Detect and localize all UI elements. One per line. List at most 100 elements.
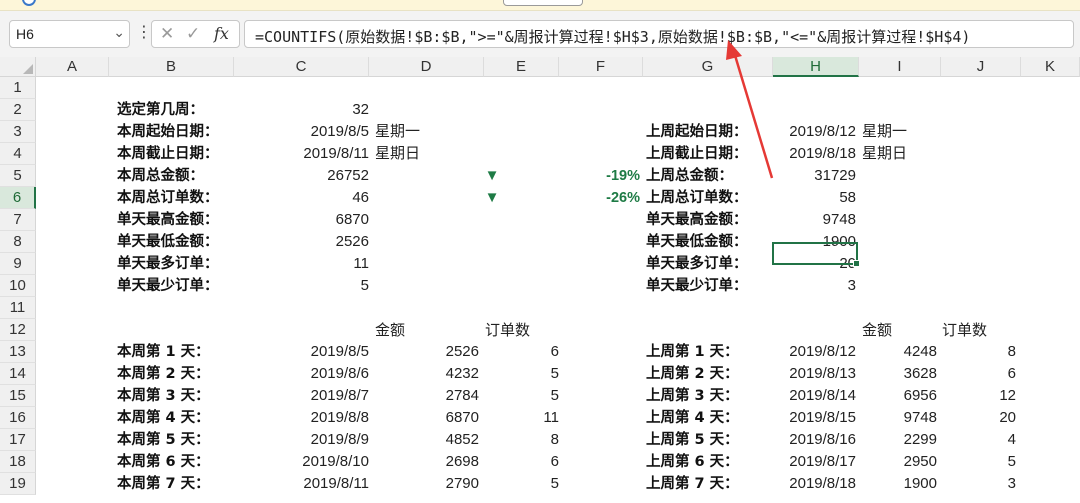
previous-day-orders[interactable]: 3 <box>960 473 1016 495</box>
current-total-orders-label[interactable]: 本周总订单数： <box>117 187 257 209</box>
orders-down-arrow-icon[interactable]: ▼ <box>482 187 502 209</box>
column-header-h[interactable]: H <box>773 57 859 77</box>
row-header-4[interactable]: 4 <box>0 143 36 165</box>
row-header-6[interactable]: 6 <box>0 187 36 209</box>
current-day-label[interactable]: 本周第 7 天： <box>117 473 257 495</box>
amount-down-arrow-icon[interactable]: ▼ <box>482 165 502 187</box>
current-max-orders-label[interactable]: 单天最多订单： <box>117 253 257 275</box>
previous-day-date[interactable]: 2019/8/15 <box>760 407 856 429</box>
current-start-label[interactable]: 本周起始日期： <box>117 121 257 143</box>
current-day-orders[interactable]: 5 <box>500 385 559 407</box>
select-all-button[interactable] <box>0 57 36 77</box>
row-header-13[interactable]: 13 <box>0 341 36 363</box>
current-end-label[interactable]: 本周截止日期： <box>117 143 257 165</box>
previous-day-date[interactable]: 2019/8/12 <box>760 341 856 363</box>
previous-total-orders[interactable]: 58 <box>780 187 856 209</box>
current-day-label[interactable]: 本周第 3 天： <box>117 385 257 407</box>
current-day-amount[interactable]: 6870 <box>400 407 479 429</box>
previous-day-orders[interactable]: 20 <box>960 407 1016 429</box>
current-day-amount[interactable]: 4232 <box>400 363 479 385</box>
row-header-14[interactable]: 14 <box>0 363 36 385</box>
current-amount-header[interactable]: 金额 <box>375 319 435 341</box>
previous-min-orders[interactable]: 3 <box>780 275 856 297</box>
current-day-orders[interactable]: 6 <box>500 451 559 473</box>
current-day-orders[interactable]: 6 <box>500 341 559 363</box>
previous-day-date[interactable]: 2019/8/18 <box>760 473 856 495</box>
previous-day-amount[interactable]: 6956 <box>860 385 937 407</box>
previous-day-label[interactable]: 上周第 4 天： <box>646 407 776 429</box>
previous-day-label[interactable]: 上周第 1 天： <box>646 341 776 363</box>
fill-handle[interactable] <box>853 260 860 267</box>
amount-change-pct[interactable]: -19% <box>580 165 640 187</box>
previous-day-amount[interactable]: 9748 <box>860 407 937 429</box>
previous-total-amount[interactable]: 31729 <box>780 165 856 187</box>
current-max-amount[interactable]: 6870 <box>300 209 369 231</box>
current-min-amount-label[interactable]: 单天最低金额： <box>117 231 257 253</box>
column-header-b[interactable]: B <box>109 57 234 77</box>
current-day-amount[interactable]: 2784 <box>400 385 479 407</box>
current-day-amount[interactable]: 2790 <box>400 473 479 495</box>
row-header-8[interactable]: 8 <box>0 231 36 253</box>
current-day-amount[interactable]: 2698 <box>400 451 479 473</box>
column-header-i[interactable]: I <box>859 57 941 77</box>
current-day-label[interactable]: 本周第 6 天： <box>117 451 257 473</box>
current-start-date[interactable]: 2019/8/5 <box>280 121 369 143</box>
previous-max-orders-label[interactable]: 单天最多订单： <box>646 253 776 275</box>
previous-day-date[interactable]: 2019/8/17 <box>760 451 856 473</box>
column-header-k[interactable]: K <box>1021 57 1080 77</box>
previous-start-date[interactable]: 2019/8/12 <box>770 121 856 143</box>
previous-day-label[interactable]: 上周第 6 天： <box>646 451 776 473</box>
previous-day-orders[interactable]: 8 <box>960 341 1016 363</box>
previous-day-date[interactable]: 2019/8/14 <box>760 385 856 407</box>
chevron-down-icon[interactable]: ⌄ <box>113 25 125 41</box>
current-total-amount[interactable]: 26752 <box>300 165 369 187</box>
row-header-7[interactable]: 7 <box>0 209 36 231</box>
current-day-date[interactable]: 2019/8/7 <box>270 385 369 407</box>
column-header-g[interactable]: G <box>643 57 773 77</box>
previous-day-date[interactable]: 2019/8/13 <box>760 363 856 385</box>
spreadsheet-grid[interactable]: ABCDEFGHIJK 1 2 3 4 5 6 7 8 9 10 11 12 13 14 15 16 17 18 1… <box>0 57 1080 503</box>
current-max-amount-label[interactable]: 单天最高金额： <box>117 209 257 231</box>
row-header-19[interactable]: 19 <box>0 473 36 495</box>
current-day-date[interactable]: 2019/8/10 <box>270 451 369 473</box>
current-min-amount[interactable]: 2526 <box>300 231 369 253</box>
week-label[interactable]: 选定第几周： <box>117 99 257 121</box>
row-header-1[interactable]: 1 <box>0 77 36 99</box>
row-header-11[interactable]: 11 <box>0 297 36 319</box>
previous-day-orders[interactable]: 6 <box>960 363 1016 385</box>
current-day-amount[interactable]: 2526 <box>400 341 479 363</box>
previous-day-orders[interactable]: 5 <box>960 451 1016 473</box>
current-day-date[interactable]: 2019/8/8 <box>270 407 369 429</box>
previous-min-amount-label[interactable]: 单天最低金额： <box>646 231 776 253</box>
column-header-j[interactable]: J <box>941 57 1021 77</box>
current-day-orders[interactable]: 8 <box>500 429 559 451</box>
previous-total-amount-label[interactable]: 上周总金额： <box>646 165 776 187</box>
previous-day-label[interactable]: 上周第 7 天： <box>646 473 776 495</box>
row-header-16[interactable]: 16 <box>0 407 36 429</box>
previous-amount-header[interactable]: 金额 <box>862 319 922 341</box>
current-min-orders-label[interactable]: 单天最少订单： <box>117 275 257 297</box>
previous-max-amount-label[interactable]: 单天最高金额： <box>646 209 776 231</box>
row-header-15[interactable]: 15 <box>0 385 36 407</box>
column-header-c[interactable]: C <box>234 57 369 77</box>
current-start-weekday[interactable]: 星期一 <box>375 121 455 143</box>
previous-day-amount[interactable]: 4248 <box>860 341 937 363</box>
current-day-date[interactable]: 2019/8/11 <box>270 473 369 495</box>
current-day-date[interactable]: 2019/8/9 <box>270 429 369 451</box>
row-header-12[interactable]: 12 <box>0 319 36 341</box>
previous-day-amount[interactable]: 2950 <box>860 451 937 473</box>
current-day-date[interactable]: 2019/8/5 <box>270 341 369 363</box>
current-day-orders[interactable]: 5 <box>500 363 559 385</box>
current-day-amount[interactable]: 4852 <box>400 429 479 451</box>
previous-end-label[interactable]: 上周截止日期： <box>646 143 776 165</box>
column-header-f[interactable]: F <box>559 57 643 77</box>
column-header-e[interactable]: E <box>484 57 559 77</box>
orders-change-pct[interactable]: -26% <box>580 187 640 209</box>
row-header-18[interactable]: 18 <box>0 451 36 473</box>
active-cell-selection[interactable] <box>772 242 860 267</box>
previous-orders-header[interactable]: 订单数 <box>942 319 1012 341</box>
week-value[interactable]: 32 <box>300 99 369 121</box>
column-header-a[interactable]: A <box>36 57 109 77</box>
row-header-9[interactable]: 9 <box>0 253 36 275</box>
previous-max-amount[interactable]: 9748 <box>780 209 856 231</box>
